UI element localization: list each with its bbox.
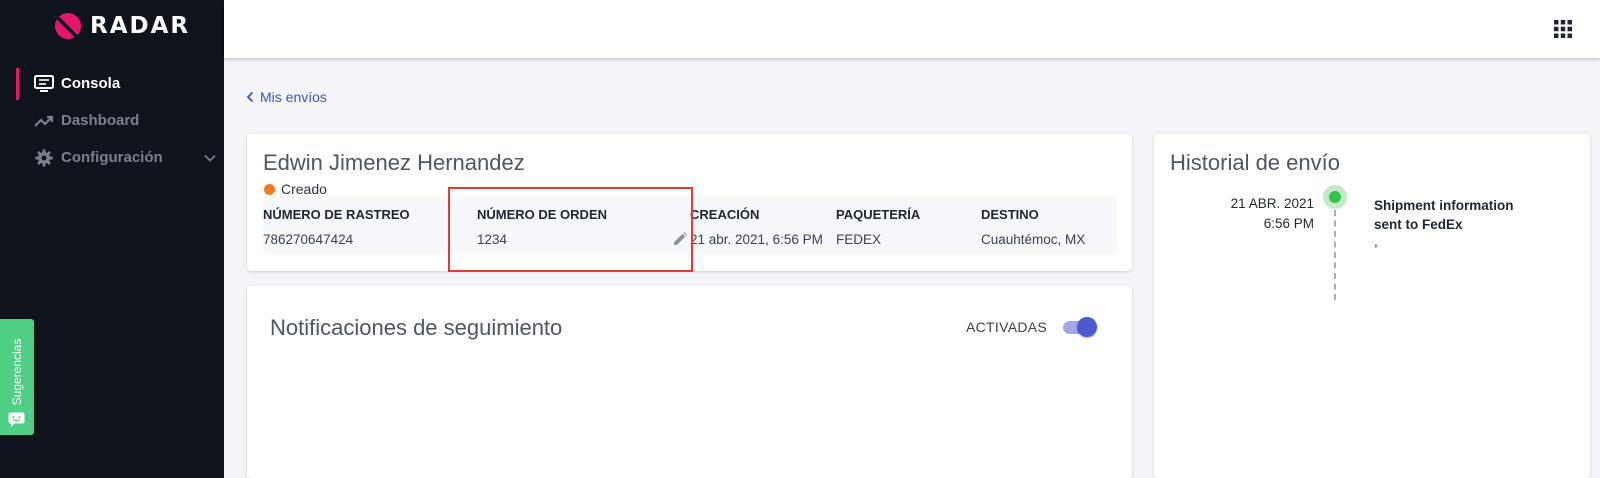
status-badge: Creado: [264, 181, 327, 197]
sidebar-item-label: Configuración: [61, 149, 163, 166]
brand-logo[interactable]: RADAR: [54, 12, 190, 40]
column-header: DESTINO: [981, 207, 1039, 222]
trending-up-icon: [34, 115, 54, 127]
history-card: Historial de envío 21 ABR. 2021 6:56 PM …: [1154, 134, 1590, 478]
column-header: CREACIÓN: [690, 207, 760, 222]
tracking-number: 786270647424: [263, 232, 354, 247]
chevron-left-icon: [246, 91, 254, 103]
sidebar-item-label: Consola: [61, 75, 121, 92]
notifications-toggle[interactable]: [1061, 316, 1097, 338]
active-indicator: [16, 68, 19, 100]
customer-name: Edwin Jimenez Hernandez: [263, 150, 525, 175]
creation-date: 21 abr. 2021, 6:56 PM: [690, 232, 823, 247]
column-header: PAQUETERÍA: [836, 207, 921, 222]
brand-name: RADAR: [90, 13, 191, 39]
gear-icon: [35, 149, 53, 167]
status-label: Creado: [281, 181, 327, 197]
chevron-down-icon[interactable]: [203, 151, 217, 165]
back-link[interactable]: Mis envíos: [246, 89, 327, 105]
highlight-box: [448, 187, 693, 272]
notifications-title: Notificaciones de seguimiento: [270, 315, 563, 340]
notifications-card: Notificaciones de seguimiento ACTIVADAS: [247, 286, 1132, 478]
sidebar-item-label: Dashboard: [61, 112, 140, 129]
event-description: Shipment information sent to FedEx: [1374, 198, 1514, 232]
history-title: Historial de envío: [1170, 150, 1340, 175]
top-bar: [224, 0, 1600, 58]
carrier: FEDEX: [836, 232, 882, 247]
timeline-dot-inner: [1329, 191, 1341, 203]
timeline-line: [1334, 210, 1336, 300]
status-dot: [264, 183, 275, 195]
event-date: 21 ABR. 2021: [1230, 196, 1314, 211]
toggle-label: ACTIVADAS: [966, 319, 1048, 335]
sidebar-item-dashboard[interactable]: Dashboard: [16, 105, 216, 137]
apps-grid-icon[interactable]: [1554, 20, 1572, 38]
sidebar-item-consola[interactable]: Consola: [16, 68, 216, 100]
toggle-knob: [1077, 317, 1097, 337]
feedback-icon: [8, 412, 25, 427]
event-time: 6:56 PM: [1263, 216, 1314, 231]
destination: Cuauhtémoc, MX: [981, 232, 1086, 247]
back-link-label: Mis envíos: [260, 89, 327, 105]
sidebar-item-configuracion[interactable]: Configuración: [16, 142, 216, 174]
timeline-dot: [1323, 185, 1347, 209]
sidebar: RADAR Consola Dashboard Configuración Su…: [0, 0, 224, 478]
event-location: ,: [1374, 234, 1378, 249]
column-header: NÚMERO DE RASTREO: [263, 207, 410, 222]
radar-logo-icon: [55, 13, 81, 39]
feedback-tab[interactable]: Sugerencias: [0, 319, 34, 435]
feedback-label: Sugerencias: [10, 338, 24, 406]
monitor-icon: [34, 75, 54, 92]
